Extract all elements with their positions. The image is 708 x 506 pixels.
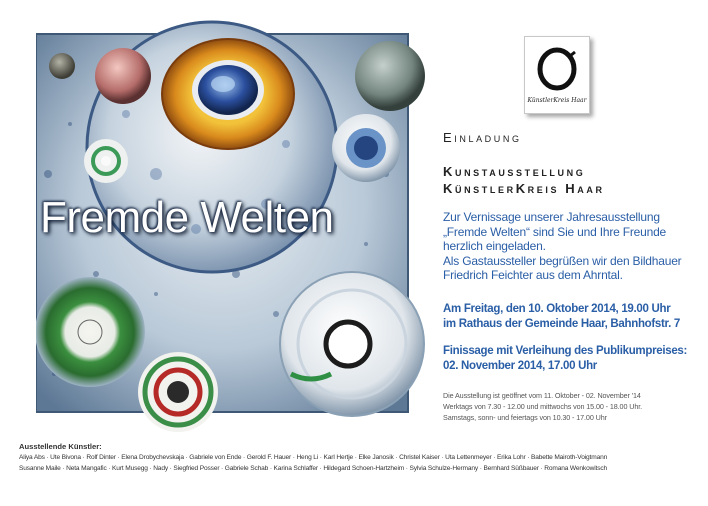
vernissage-location: im Rathaus der Gemeinde Haar, Bahnhofstr… (443, 318, 680, 330)
hours-line: Werktags von 7.30 - 12.00 und mittwochs … (443, 401, 643, 411)
heading-club-name: KünstlerKreis Haar (443, 181, 605, 196)
intro-line: Friedrich Feichter aus dem Ahrntal. (443, 268, 623, 283)
artists-heading: Ausstellende Künstler: (19, 442, 102, 451)
intro-line: Zur Vernissage unserer Jahresausstellung (443, 210, 660, 224)
artists-list: Ausstellende Künstler: Aliya Abs · Ute B… (19, 441, 699, 474)
artwork-title: Fremde Welten (40, 193, 334, 242)
heading-invitation: Einladung (443, 130, 522, 145)
vernissage-info: Am Freitag, den 10. Oktober 2014, 19.00 … (443, 302, 705, 332)
finissage-date: 02. November 2014, 17.00 Uhr (443, 360, 597, 372)
intro-line: herzlich eingeladen. (443, 239, 546, 254)
intro-line: Als Gastaussteller begrüßen wir den Bild… (443, 253, 682, 268)
artists-line: Susanne Maile · Neta Mangafic · Kurt Mus… (19, 465, 608, 472)
ring-brushstroke-icon (537, 47, 577, 91)
finissage-title: Finissage mit Verleihung des Publikumpre… (443, 345, 688, 357)
logo-text: KünstlerKreis Haar (527, 97, 587, 104)
intro-line: „Fremde Welten“ sind Sie und Ihre Freund… (443, 224, 667, 239)
opening-hours: Die Ausstellung ist geöffnet vom 11. Okt… (443, 391, 705, 423)
finissage-info: Finissage mit Verleihung des Publikumpre… (443, 344, 705, 374)
hours-line: Samstags, sonn- und feiertags von 10.30 … (443, 412, 607, 422)
intro-text: Zur Vernissage unserer Jahresausstellung… (443, 210, 705, 283)
heading-exhibition: Kunstausstellung (443, 164, 586, 179)
club-logo: KünstlerKreis Haar (524, 36, 590, 114)
artists-line: Aliya Abs · Ute Bivona · Rolf Dinter · E… (19, 454, 608, 461)
vernissage-date: Am Freitag, den 10. Oktober 2014, 19.00 … (443, 303, 671, 315)
hours-line: Die Ausstellung ist geöffnet vom 11. Okt… (443, 391, 641, 400)
